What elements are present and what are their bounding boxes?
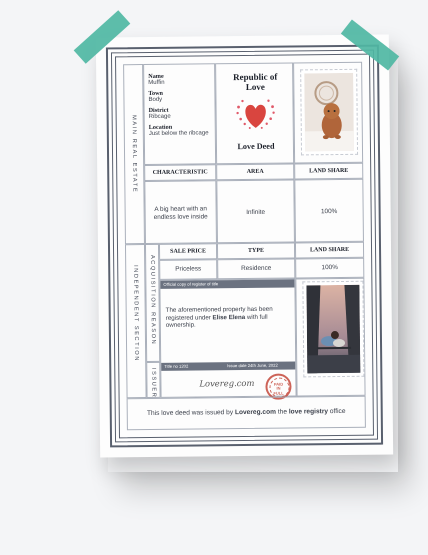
- side-label-issuer: Issuer: [150, 367, 157, 399]
- side-label-main: Main real estate: [130, 115, 138, 194]
- deed-title: Love Deed: [237, 141, 275, 152]
- photo-cell-top: [293, 61, 364, 164]
- footer-text: This love deed was issued by Lovereg.com…: [146, 407, 346, 418]
- table1-header-characteristic: CHARACTERISTIC: [152, 169, 208, 176]
- heart-icon: [236, 99, 275, 129]
- footer-office: love registry: [288, 408, 329, 416]
- table2-header-landshare: LAND SHARE: [309, 246, 350, 254]
- side-strip-independent: Independent section: [124, 244, 147, 399]
- signature: Lovereg.com: [199, 377, 255, 389]
- property-fields: Name Muffin Town Body District Ribcage Loca…: [143, 63, 217, 166]
- side-strip-acquisition: Acquisition reason: [144, 243, 161, 363]
- table1-characteristic: A big heart with an endless love inside: [153, 205, 208, 221]
- deed-footer: This love deed was issued by Lovereg.com…: [126, 395, 366, 431]
- title-bar: Title no 1202 Issue date 24th June, 2022: [161, 361, 296, 371]
- table1-area: Infinite: [246, 208, 266, 216]
- table1-header-landshare: LAND SHARE: [309, 167, 349, 175]
- owner-name: Elise Elena: [212, 313, 246, 321]
- official-copy-bar: Official copy of register of title: [160, 279, 295, 289]
- table1-landshare: 100%: [320, 208, 338, 216]
- deed-emblem: Republic of Love Love Deed: [215, 62, 295, 165]
- photo-cell-bottom: [295, 277, 366, 397]
- couple-photo: [306, 284, 361, 374]
- field-district: District Ribcage: [148, 106, 171, 120]
- title-number: Title no 1202: [164, 363, 189, 369]
- deed-content: Main real estate Independent section Acq…: [123, 61, 366, 431]
- table2-price: Priceless: [175, 265, 202, 273]
- stamp-label: PAID IN FULL: [273, 381, 284, 396]
- table2-header-price: SALE PRICE: [170, 248, 207, 255]
- love-deed-poster: Main real estate Independent section Acq…: [95, 34, 394, 458]
- side-strip-main: Main real estate: [123, 64, 145, 245]
- registry-block: Official copy of register of title The a…: [159, 278, 297, 400]
- table2-header-type: TYPE: [248, 247, 265, 254]
- field-name: Name Muffin: [148, 72, 165, 86]
- table2-landshare: 100%: [321, 264, 338, 272]
- table2-type: Residence: [241, 264, 272, 273]
- side-strip-issuer: Issuer: [146, 361, 161, 399]
- field-location: Location Just below the ribcage: [148, 123, 209, 137]
- field-town: Town Body: [148, 89, 163, 103]
- republic-title: Republic of Love: [233, 71, 278, 92]
- footer-site: Lovereg.com: [234, 408, 277, 417]
- registration-statement: The aforementioned property has been reg…: [165, 305, 273, 329]
- side-label-independent: Independent section: [132, 265, 140, 362]
- issue-date: Issue date 24th June, 2022: [227, 362, 278, 369]
- dog-photo: [304, 72, 355, 152]
- side-label-acquisition: Acquisition reason: [149, 254, 157, 346]
- table1-header-area: AREA: [246, 168, 264, 175]
